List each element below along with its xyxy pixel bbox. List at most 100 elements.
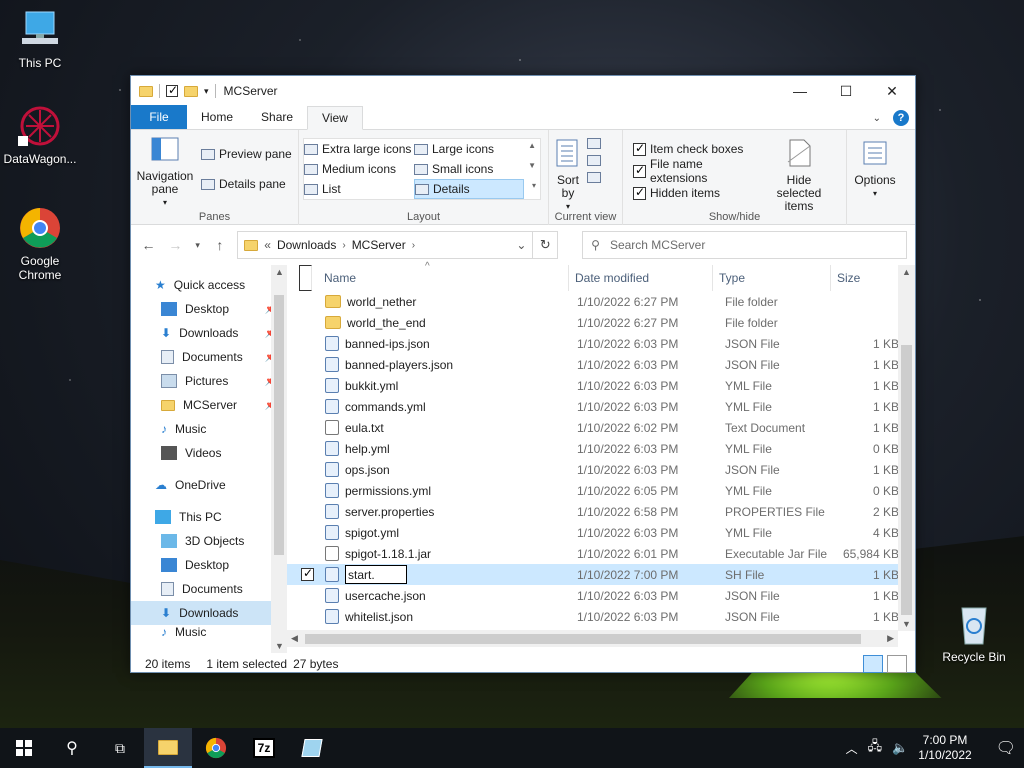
- search-input[interactable]: ⚲ Search MCServer: [582, 231, 907, 259]
- volume-icon[interactable]: 🔈: [892, 740, 908, 756]
- address-bar[interactable]: « Downloads › MCServer › ⌄: [237, 231, 534, 259]
- file-row[interactable]: permissions.yml 1/10/2022 6:05 PM YML File…: [287, 480, 915, 501]
- taskbar-chrome[interactable]: [192, 728, 240, 768]
- start-button[interactable]: [0, 728, 48, 768]
- layout-scroll-down[interactable]: ▼: [528, 161, 536, 170]
- chevron-down-icon[interactable]: ⌄: [516, 238, 526, 252]
- recent-locations-icon[interactable]: ▾: [193, 240, 202, 251]
- large-icons-view-button[interactable]: [887, 655, 907, 673]
- column-size[interactable]: Size: [831, 265, 901, 291]
- help-icon[interactable]: ?: [893, 110, 909, 126]
- file-row[interactable]: eula.txt 1/10/2022 6:02 PM Text Document 1 …: [287, 417, 915, 438]
- desktop-icon-this-pc[interactable]: This PC: [0, 8, 80, 70]
- file-row[interactable]: ops.json 1/10/2022 6:03 PM JSON File 1 KB: [287, 459, 915, 480]
- nav-scrollbar[interactable]: ▲ ▼: [271, 265, 287, 653]
- taskbar-notepad[interactable]: [288, 728, 336, 768]
- nav-quick-music[interactable]: ♪ Music: [131, 417, 287, 441]
- minimize-button[interactable]: —: [777, 76, 823, 106]
- desktop-icon-datawagon[interactable]: DataWagon...: [0, 104, 80, 166]
- up-arrow-icon[interactable]: ↑: [210, 237, 229, 253]
- details-view-button[interactable]: [863, 655, 883, 673]
- nav-quick-downloads[interactable]: ⬇Downloads📌: [131, 321, 287, 345]
- nav-quick-documents[interactable]: Documents📌: [131, 345, 287, 369]
- group-by-icon[interactable]: [587, 138, 601, 149]
- scroll-up-icon[interactable]: ▲: [902, 267, 911, 277]
- network-icon[interactable]: 🖧: [868, 737, 883, 759]
- maximize-button[interactable]: ☐: [823, 76, 869, 106]
- file-row[interactable]: whitelist.json 1/10/2022 6:03 PM JSON File…: [287, 606, 915, 627]
- tab-share[interactable]: Share: [247, 105, 307, 129]
- add-columns-icon[interactable]: [587, 155, 601, 166]
- file-row[interactable]: commands.yml 1/10/2022 6:03 PM YML File 1 K…: [287, 396, 915, 417]
- scroll-left-icon[interactable]: ◀: [291, 633, 298, 644]
- scroll-up-icon[interactable]: ▲: [275, 267, 284, 277]
- nav-pc-3d-objects[interactable]: 3D Objects: [131, 529, 287, 553]
- layout-details[interactable]: Details: [414, 179, 524, 199]
- expand-ribbon-icon[interactable]: ⌄: [873, 113, 881, 124]
- details-pane-button[interactable]: Details pane: [201, 174, 292, 194]
- row-checkbox[interactable]: [301, 566, 314, 581]
- forward-arrow-icon[interactable]: →: [166, 237, 185, 253]
- nav-this-pc[interactable]: This PC: [131, 505, 287, 529]
- file-row[interactable]: bukkit.yml 1/10/2022 6:03 PM YML File 1 KB: [287, 375, 915, 396]
- chevron-right-icon[interactable]: ›: [412, 240, 415, 251]
- scroll-right-icon[interactable]: ▶: [887, 633, 894, 644]
- column-type[interactable]: Type: [713, 265, 831, 291]
- column-date-modified[interactable]: Date modified: [569, 265, 713, 291]
- taskbar-file-explorer[interactable]: [144, 728, 192, 768]
- file-row[interactable]: help.yml 1/10/2022 6:03 PM YML File 0 KB: [287, 438, 915, 459]
- file-row[interactable]: world_the_end 1/10/2022 6:27 PM File folde…: [287, 312, 915, 333]
- properties-icon[interactable]: [166, 83, 178, 97]
- new-folder-icon[interactable]: [184, 85, 198, 97]
- tab-file[interactable]: File: [131, 105, 187, 129]
- nav-pc-music[interactable]: ♪ Music: [131, 625, 287, 637]
- scroll-down-icon[interactable]: ▼: [275, 641, 284, 651]
- nav-quick-mcserver[interactable]: MCServer📌: [131, 393, 287, 417]
- layout-small-icons[interactable]: Small icons: [414, 159, 524, 179]
- preview-pane-button[interactable]: Preview pane: [201, 144, 292, 164]
- tab-view[interactable]: View: [307, 106, 363, 130]
- back-arrow-icon[interactable]: ←: [139, 237, 158, 253]
- file-row[interactable]: world_nether 1/10/2022 6:27 PM File folder: [287, 291, 915, 312]
- layout-extra-large-icons[interactable]: Extra large icons: [304, 139, 414, 159]
- nav-quick-pictures[interactable]: Pictures📌: [131, 369, 287, 393]
- nav-quick-desktop[interactable]: Desktop📌: [131, 297, 287, 321]
- search-button[interactable]: ⚲: [48, 728, 96, 768]
- layout-large-icons[interactable]: Large icons: [414, 139, 524, 159]
- nav-quick-videos[interactable]: Videos: [131, 441, 287, 465]
- file-list-hscrollbar[interactable]: ◀ ▶: [287, 630, 898, 647]
- show-hidden-icons-icon[interactable]: ︿: [846, 740, 858, 757]
- select-all-checkbox[interactable]: [299, 265, 312, 291]
- rename-input[interactable]: start.: [345, 565, 407, 584]
- breadcrumb-downloads[interactable]: Downloads: [277, 238, 336, 252]
- layout-medium-icons[interactable]: Medium icons: [304, 159, 414, 179]
- file-row[interactable]: start. 1/10/2022 7:00 PM SH File 1 KB: [287, 564, 915, 585]
- clock[interactable]: 7:00 PM 1/10/2022: [918, 733, 971, 763]
- file-row[interactable]: banned-ips.json 1/10/2022 6:03 PM JSON Fil…: [287, 333, 915, 354]
- file-row[interactable]: spigot.yml 1/10/2022 6:03 PM YML File 4 KB: [287, 522, 915, 543]
- file-row[interactable]: server.properties 1/10/2022 6:58 PM PROPER…: [287, 501, 915, 522]
- tab-home[interactable]: Home: [187, 105, 247, 129]
- file-row[interactable]: spigot-1.18.1.jar 1/10/2022 6:01 PM Execut…: [287, 543, 915, 564]
- task-view-button[interactable]: ⧉: [96, 728, 144, 768]
- notifications-icon[interactable]: 🗨: [996, 738, 1016, 758]
- layout-expand[interactable]: ▾: [532, 181, 536, 190]
- nav-quick-access[interactable]: ★ Quick access: [131, 273, 287, 297]
- taskbar-7zip[interactable]: 7z: [240, 728, 288, 768]
- file-row[interactable]: usercache.json 1/10/2022 6:03 PM JSON File…: [287, 585, 915, 606]
- layout-list[interactable]: List: [304, 179, 414, 199]
- size-columns-icon[interactable]: [587, 172, 601, 183]
- refresh-button[interactable]: ↻: [533, 231, 559, 259]
- breadcrumb-mcserver[interactable]: MCServer: [352, 238, 406, 252]
- nav-pc-downloads[interactable]: ⬇ Downloads: [131, 601, 287, 625]
- layout-scroll-up[interactable]: ▲: [528, 141, 536, 150]
- file-list-vscrollbar[interactable]: ▲ ▼: [898, 265, 915, 631]
- breadcrumb-overflow[interactable]: «: [264, 238, 271, 252]
- nav-pc-desktop[interactable]: Desktop: [131, 553, 287, 577]
- file-row[interactable]: banned-players.json 1/10/2022 6:03 PM JSON…: [287, 354, 915, 375]
- options-button[interactable]: Options ▾: [851, 138, 899, 200]
- desktop-icon-google-chrome[interactable]: Google Chrome: [0, 206, 80, 282]
- desktop-icon-recycle-bin[interactable]: Recycle Bin: [934, 602, 1014, 664]
- scroll-down-icon[interactable]: ▼: [902, 619, 911, 629]
- nav-onedrive[interactable]: ☁ OneDrive: [131, 473, 287, 497]
